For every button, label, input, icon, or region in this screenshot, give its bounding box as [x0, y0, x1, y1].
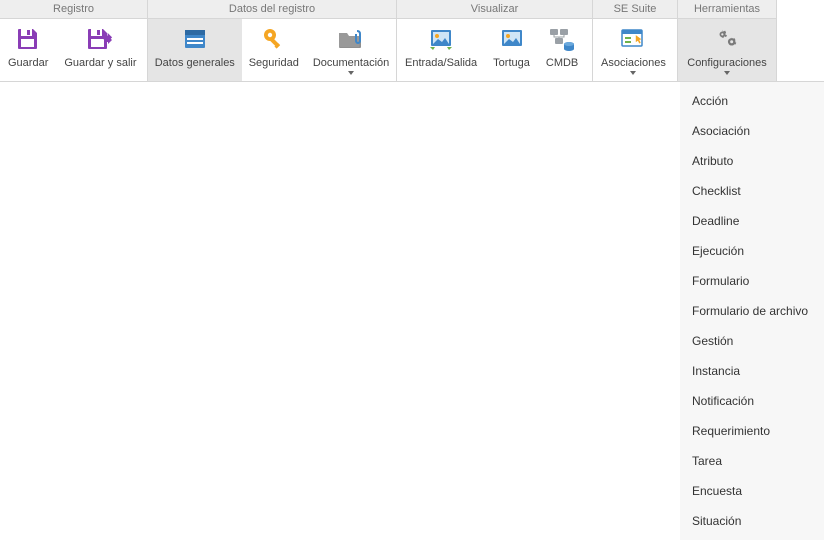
cmdb-button[interactable]: CMDB [538, 19, 586, 81]
menu-item-requerimiento[interactable]: Requerimiento [680, 416, 824, 446]
menu-item-ejecucion[interactable]: Ejecución [680, 236, 824, 266]
chevron-down-icon [630, 71, 636, 75]
cmdb-label: CMDB [546, 57, 578, 69]
group-header-visualizar: Visualizar [397, 0, 592, 19]
save-icon [14, 25, 42, 53]
entrada-salida-button[interactable]: Entrada/Salida [397, 19, 485, 81]
window-link-icon [619, 25, 647, 53]
chevron-down-icon [348, 71, 354, 75]
group-registro: Registro Guardar [0, 0, 148, 81]
asociaciones-label: Asociaciones [601, 57, 666, 69]
entrada-salida-label: Entrada/Salida [405, 57, 477, 69]
key-icon [260, 25, 288, 53]
group-header-sesuite: SE Suite [593, 0, 677, 19]
group-header-datos: Datos del registro [148, 0, 396, 19]
asociaciones-button[interactable]: Asociaciones [593, 19, 674, 81]
save-button[interactable]: Guardar [0, 19, 56, 81]
documentacion-label: Documentación [313, 57, 389, 69]
menu-item-gestion[interactable]: Gestión [680, 326, 824, 356]
menu-item-accion[interactable]: Acción [680, 86, 824, 116]
menu-item-tarea[interactable]: Tarea [680, 446, 824, 476]
menu-item-instancia[interactable]: Instancia [680, 356, 824, 386]
image-arrows-icon [427, 25, 455, 53]
group-datos: Datos del registro Datos generales [148, 0, 397, 81]
menu-item-atributo[interactable]: Atributo [680, 146, 824, 176]
group-herramientas: Herramientas [678, 0, 777, 81]
group-visualizar: Visualizar Entrada/Salida [397, 0, 593, 81]
seguridad-button[interactable]: Seguridad [242, 19, 307, 81]
group-sesuite: SE Suite Asociaciones [593, 0, 678, 81]
menu-item-notificacion[interactable]: Notificación [680, 386, 824, 416]
form-icon [181, 25, 209, 53]
image-icon [498, 25, 526, 53]
tortuga-button[interactable]: Tortuga [485, 19, 538, 81]
menu-item-formulario[interactable]: Formulario [680, 266, 824, 296]
datos-generales-button[interactable]: Datos generales [148, 19, 242, 81]
folder-clip-icon [337, 25, 365, 53]
save-exit-icon [86, 25, 114, 53]
menu-item-asociacion[interactable]: Asociación [680, 116, 824, 146]
save-exit-button[interactable]: Guardar y salir [56, 19, 144, 81]
documentacion-button[interactable]: Documentación [306, 19, 396, 81]
configuraciones-menu: Acción Asociación Atributo Checklist Dea… [680, 81, 824, 540]
datos-generales-label: Datos generales [155, 57, 235, 69]
group-header-registro: Registro [0, 0, 147, 19]
configuraciones-button[interactable]: Configuraciones [678, 19, 776, 81]
seguridad-label: Seguridad [249, 57, 299, 69]
menu-item-checklist[interactable]: Checklist [680, 176, 824, 206]
menu-item-encuesta[interactable]: Encuesta [680, 476, 824, 506]
cmdb-icon [548, 25, 576, 53]
configuraciones-label: Configuraciones [687, 57, 767, 69]
menu-item-situacion[interactable]: Situación [680, 506, 824, 536]
group-header-herramientas: Herramientas [678, 0, 776, 19]
tortuga-label: Tortuga [493, 57, 530, 69]
menu-item-deadline[interactable]: Deadline [680, 206, 824, 236]
menu-item-formulario-archivo[interactable]: Formulario de archivo [680, 296, 824, 326]
gears-icon [713, 25, 741, 53]
save-exit-label: Guardar y salir [64, 57, 136, 69]
save-label: Guardar [8, 57, 48, 69]
chevron-down-icon [724, 71, 730, 75]
